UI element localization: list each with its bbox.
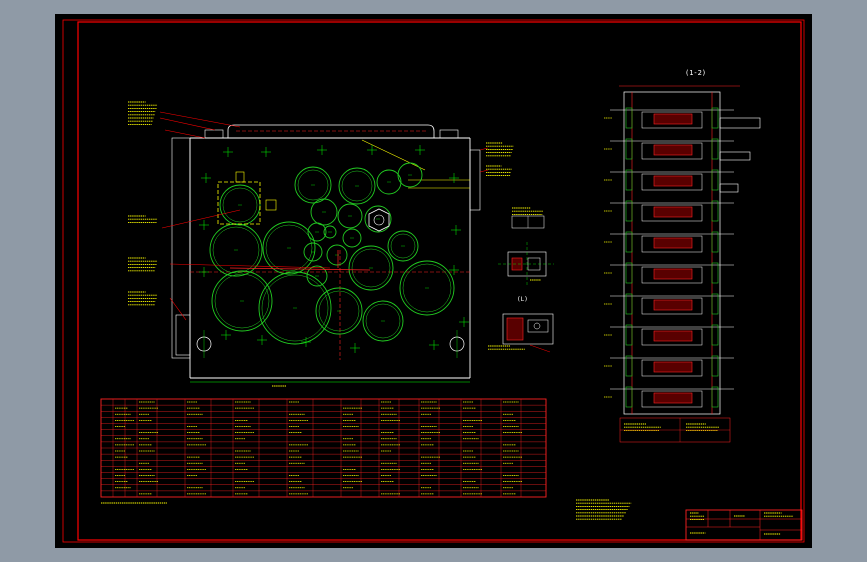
model-space [55,14,812,548]
section-core [653,175,693,187]
cad-drawing-canvas[interactable]: (1-2) (L) [0,0,867,562]
section-core [653,144,693,156]
section-core [653,113,693,125]
section-core [653,330,693,342]
section-core [653,392,693,404]
detail-l-hatch [506,317,524,341]
section-core [653,206,693,218]
section-core [653,299,693,311]
detail-view-label: (L) [517,296,528,303]
section-core [653,361,693,373]
section-core [653,237,693,249]
section-view-label: (1-2) [685,69,706,77]
section-core [653,268,693,280]
